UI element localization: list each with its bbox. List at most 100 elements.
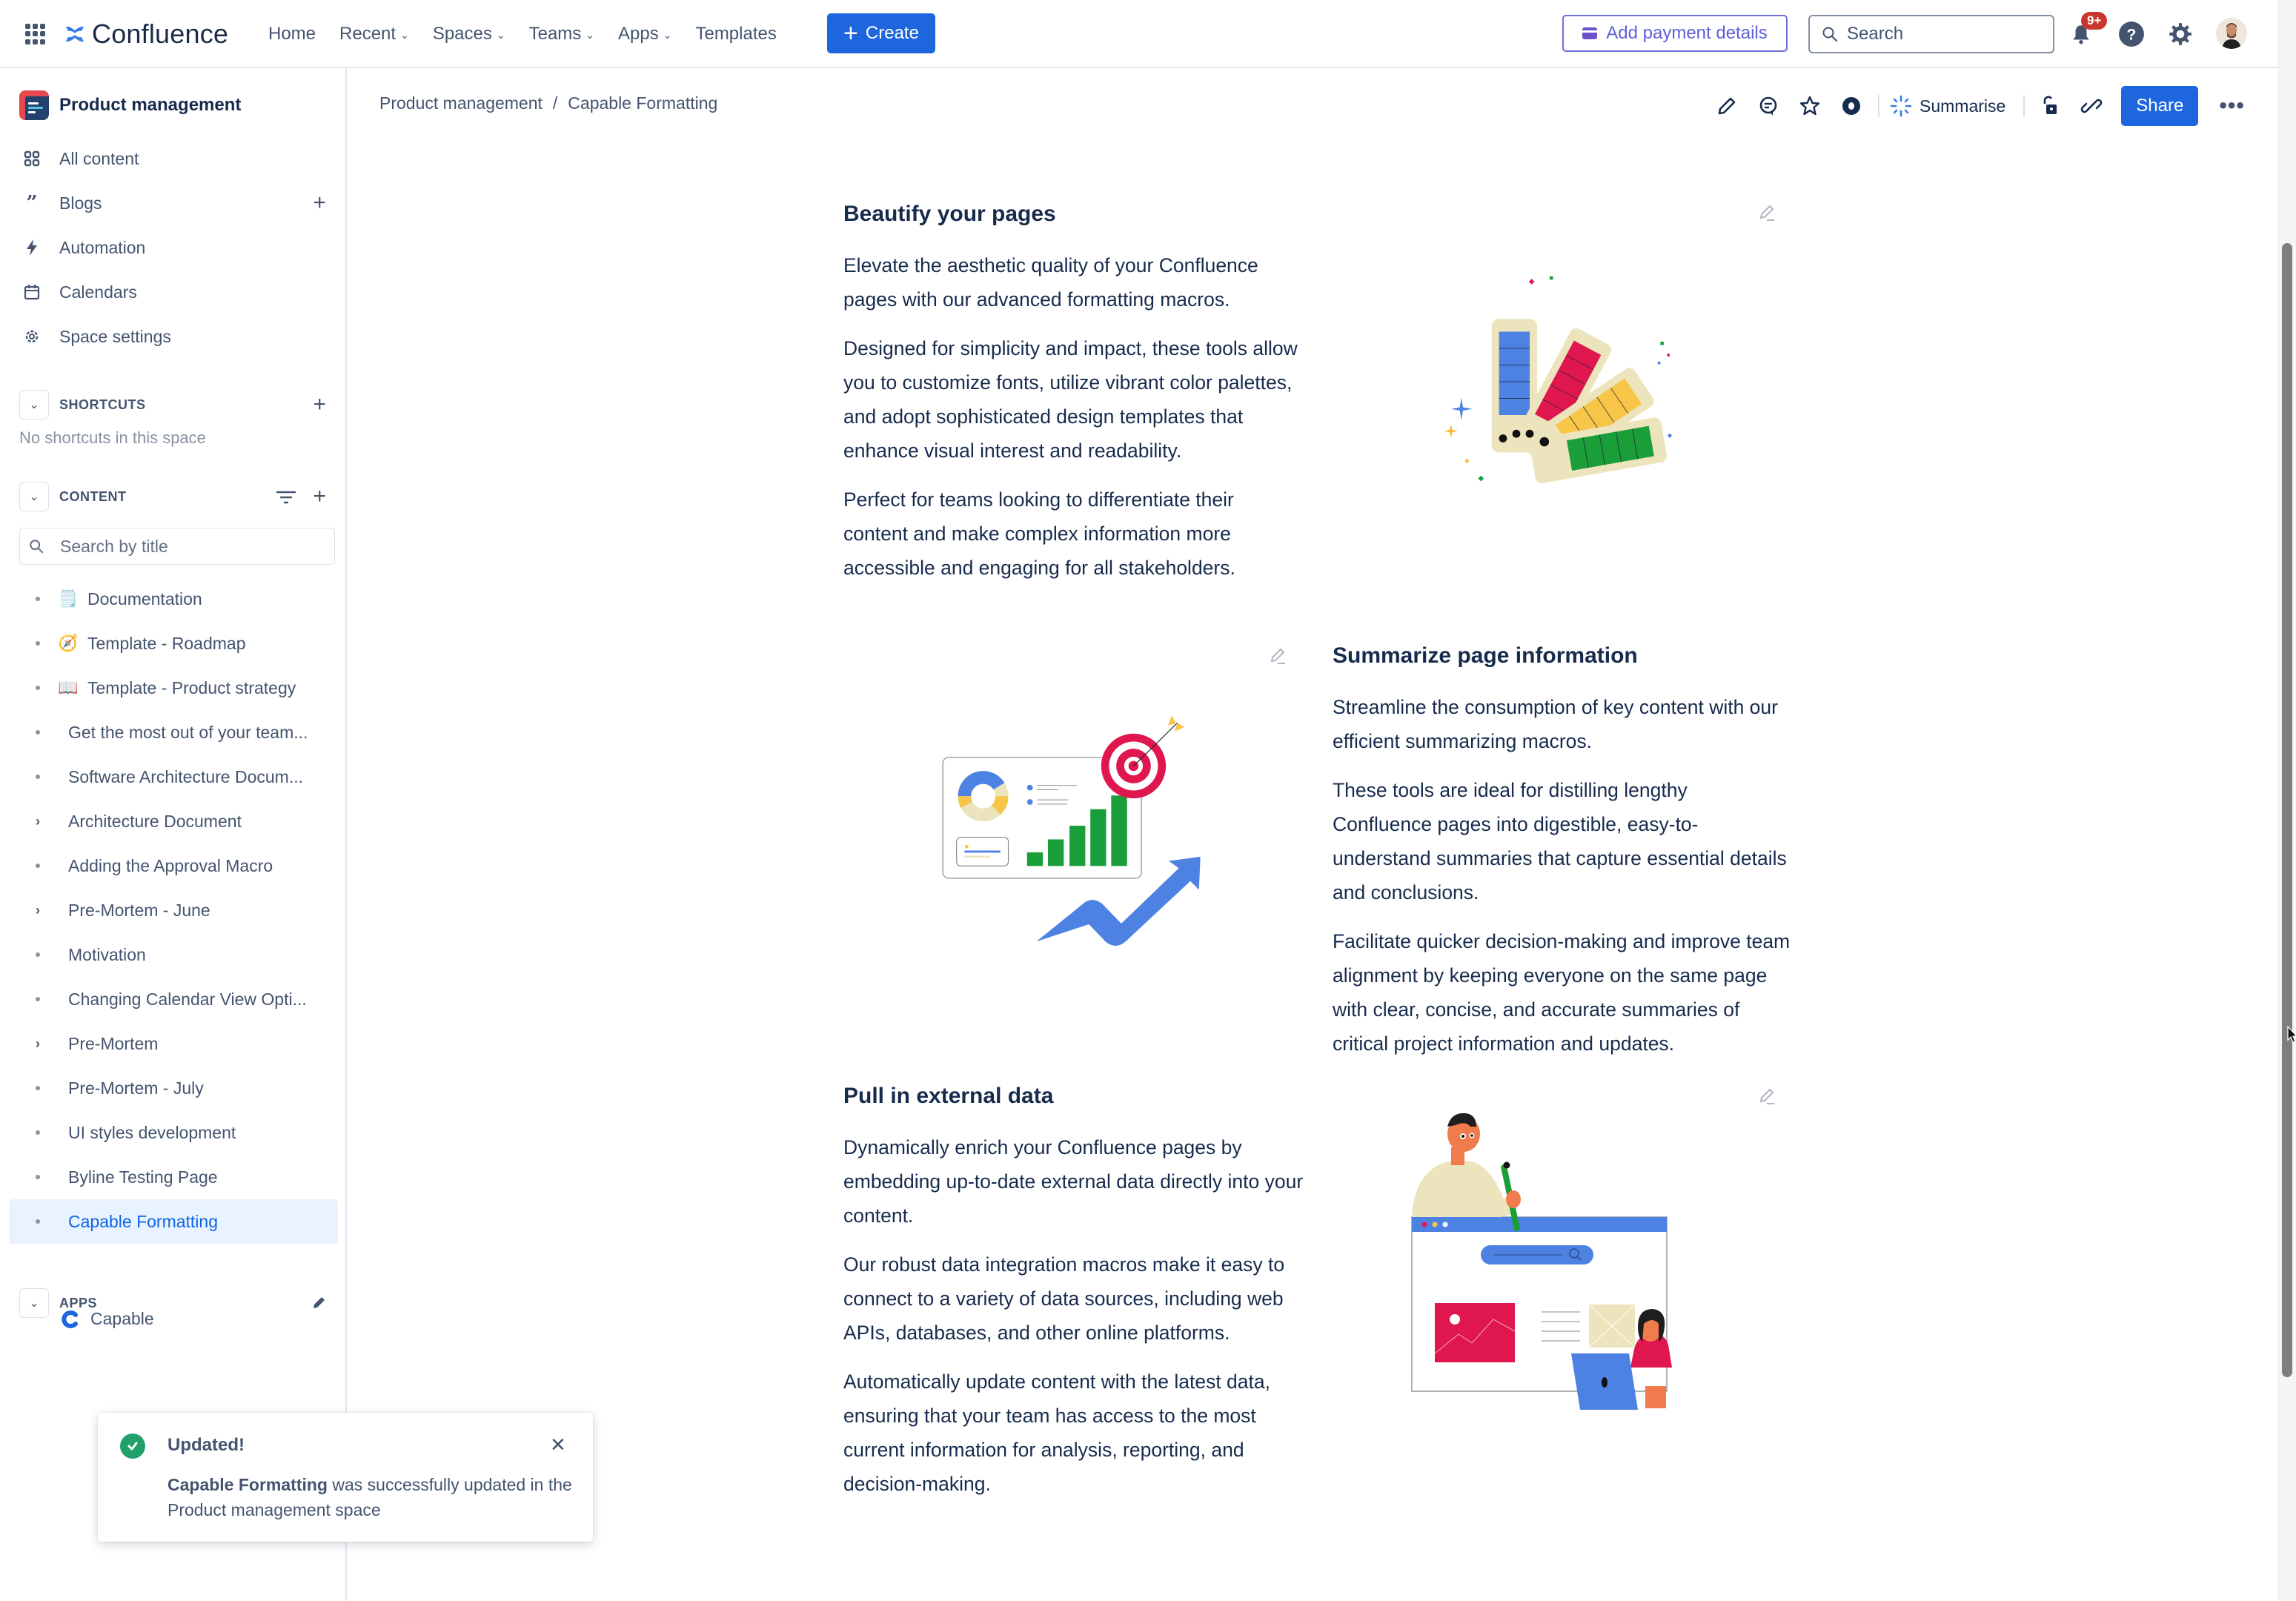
tree-item[interactable]: Changing Calendar View Opti... (9, 977, 338, 1021)
section-body: Streamline the consumption of key conten… (1333, 690, 1792, 1075)
tree-item[interactable]: Pre-Mortem - July (9, 1066, 338, 1110)
nav-recent-label: Recent (339, 24, 397, 44)
summarise-button[interactable]: Summarise (1890, 95, 2005, 117)
chevron-right-icon[interactable]: › (33, 903, 43, 918)
app-switcher-icon[interactable] (25, 24, 46, 44)
nav-templates-label: Templates (695, 24, 777, 44)
add-payment-details-button[interactable]: Add payment details (1562, 15, 1788, 52)
bullet-icon (33, 1219, 43, 1224)
edit-macro-icon[interactable] (1755, 1085, 1779, 1109)
share-button[interactable]: Share (2121, 86, 2199, 126)
bullet-icon (33, 864, 43, 868)
collapse-shortcuts-button[interactable]: ⌄ (19, 390, 49, 420)
vertical-scrollbar-thumb[interactable] (2282, 243, 2292, 1377)
nav-recent[interactable]: Recent ⌄ (339, 24, 409, 44)
bullet-icon (33, 1175, 43, 1179)
capable-logo-icon (62, 1310, 78, 1328)
filter-icon[interactable] (276, 491, 296, 504)
tree-item[interactable]: 🧭 Template - Roadmap (9, 621, 338, 666)
edit-macro-icon[interactable] (1266, 645, 1290, 669)
collapse-content-button[interactable]: ⌄ (19, 482, 49, 511)
tree-item[interactable]: Get the most out of your team... (9, 710, 338, 755)
tree-item-label: Software Architecture Docum... (68, 766, 304, 786)
breadcrumb-page-link[interactable]: Capable Formatting (568, 93, 717, 113)
bullet-dot (36, 730, 40, 735)
tree-item[interactable]: UI styles development (9, 1110, 338, 1155)
ai-sparkle-icon (1890, 95, 1912, 117)
sidebar-item-blogs[interactable]: ” Blogs + (19, 182, 336, 224)
confluence-logo-icon (66, 26, 84, 42)
tree-item[interactable]: › Pre-Mortem - June (9, 888, 338, 932)
settings-icon[interactable] (2166, 19, 2195, 49)
comment-icon[interactable] (1753, 91, 1783, 121)
bullet-icon (33, 775, 43, 779)
sidebar-item-all-content[interactable]: All content (19, 138, 336, 179)
no-shortcuts-text: No shortcuts in this space (19, 428, 206, 447)
chevron-right-icon[interactable]: › (33, 814, 43, 829)
add-shortcut-button[interactable]: + (313, 392, 326, 417)
link-icon[interactable] (2077, 91, 2106, 121)
close-icon[interactable]: ✕ (550, 1433, 566, 1456)
sidebar-item-space-settings[interactable]: Space settings (19, 316, 336, 357)
nav-home-label: Home (268, 24, 316, 44)
nav-spaces[interactable]: Spaces ⌄ (433, 24, 505, 44)
breadcrumb-separator: / (552, 93, 558, 113)
bullet-dot (36, 997, 40, 1001)
nav-apps[interactable]: Apps ⌄ (618, 24, 671, 44)
create-label: Create (865, 23, 919, 43)
nav-teams[interactable]: Teams ⌄ (529, 24, 594, 44)
add-blog-button[interactable]: + (313, 190, 326, 216)
tree-item[interactable]: Software Architecture Docum... (9, 755, 338, 799)
create-content-button[interactable]: + (313, 484, 326, 509)
app-item-capable[interactable]: Capable (61, 1309, 154, 1329)
tree-item[interactable]: Adding the Approval Macro (9, 843, 338, 888)
search-input[interactable]: Search (1808, 15, 2054, 53)
space-name: Product management (59, 95, 242, 115)
paragraph: Streamline the consumption of key conten… (1333, 696, 1778, 752)
edit-apps-icon[interactable] (311, 1296, 326, 1310)
success-toast: Updated! ✕ Capable Formatting was succes… (98, 1413, 593, 1542)
watch-icon[interactable] (1837, 91, 1866, 121)
paragraph: Automatically update content with the la… (843, 1370, 1270, 1495)
confluence-logo[interactable]: Confluence (64, 18, 228, 50)
space-header[interactable]: Product management (19, 90, 241, 120)
sidebar-item-label: Space settings (59, 326, 171, 346)
page-emoji-icon: 📖 (58, 678, 79, 697)
avatar[interactable] (2216, 18, 2247, 49)
breadcrumb-space-link[interactable]: Product management (379, 93, 543, 113)
tree-item[interactable]: Byline Testing Page (9, 1155, 338, 1199)
nav-templates[interactable]: Templates (695, 24, 776, 44)
tree-item[interactable]: 📖 Template - Product strategy (9, 666, 338, 710)
grid-icon (19, 149, 44, 168)
shortcuts-section-header: ⌄ SHORTCUTS + (19, 390, 336, 420)
paragraph: Perfect for teams looking to differentia… (843, 488, 1235, 579)
more-actions-icon[interactable]: ••• (2219, 93, 2245, 119)
sidebar-item-automation[interactable]: Automation (19, 227, 336, 268)
nav-home[interactable]: Home (268, 24, 316, 44)
tree-item[interactable]: Motivation (9, 932, 338, 977)
tree-item[interactable]: Capable Formatting (9, 1199, 338, 1244)
create-button[interactable]: + Create (827, 13, 935, 53)
restrictions-unlock-icon[interactable] (2035, 91, 2065, 121)
search-by-title-input[interactable]: Search by title (19, 528, 335, 565)
sidebar-item-calendars[interactable]: Calendars (19, 271, 336, 313)
edit-macro-icon[interactable] (1755, 202, 1779, 225)
bullet-dot (36, 1086, 40, 1090)
star-icon[interactable] (1795, 91, 1825, 121)
tree-item[interactable]: › Pre-Mortem (9, 1021, 338, 1066)
calendar-icon (19, 282, 44, 302)
chevron-right-icon[interactable]: › (33, 1036, 43, 1052)
toast-message: Capable Formatting was successfully upda… (167, 1472, 583, 1522)
tree-item-label: Architecture Document (68, 811, 242, 831)
section-heading: Pull in external data (843, 1084, 1054, 1108)
edit-icon[interactable] (1712, 91, 1742, 121)
help-icon[interactable]: ? (2117, 19, 2146, 49)
search-placeholder: Search (1847, 24, 1904, 44)
tree-item[interactable]: 🗒️ Documentation (9, 577, 338, 621)
paragraph: Designed for simplicity and impact, thes… (843, 337, 1298, 462)
tree-item[interactable]: › Architecture Document (9, 799, 338, 843)
bullet-icon (33, 641, 43, 646)
collapse-apps-button[interactable]: ⌄ (19, 1288, 49, 1318)
chevron-down-icon: ⌄ (496, 28, 505, 41)
app-item-label: Capable (90, 1309, 154, 1328)
